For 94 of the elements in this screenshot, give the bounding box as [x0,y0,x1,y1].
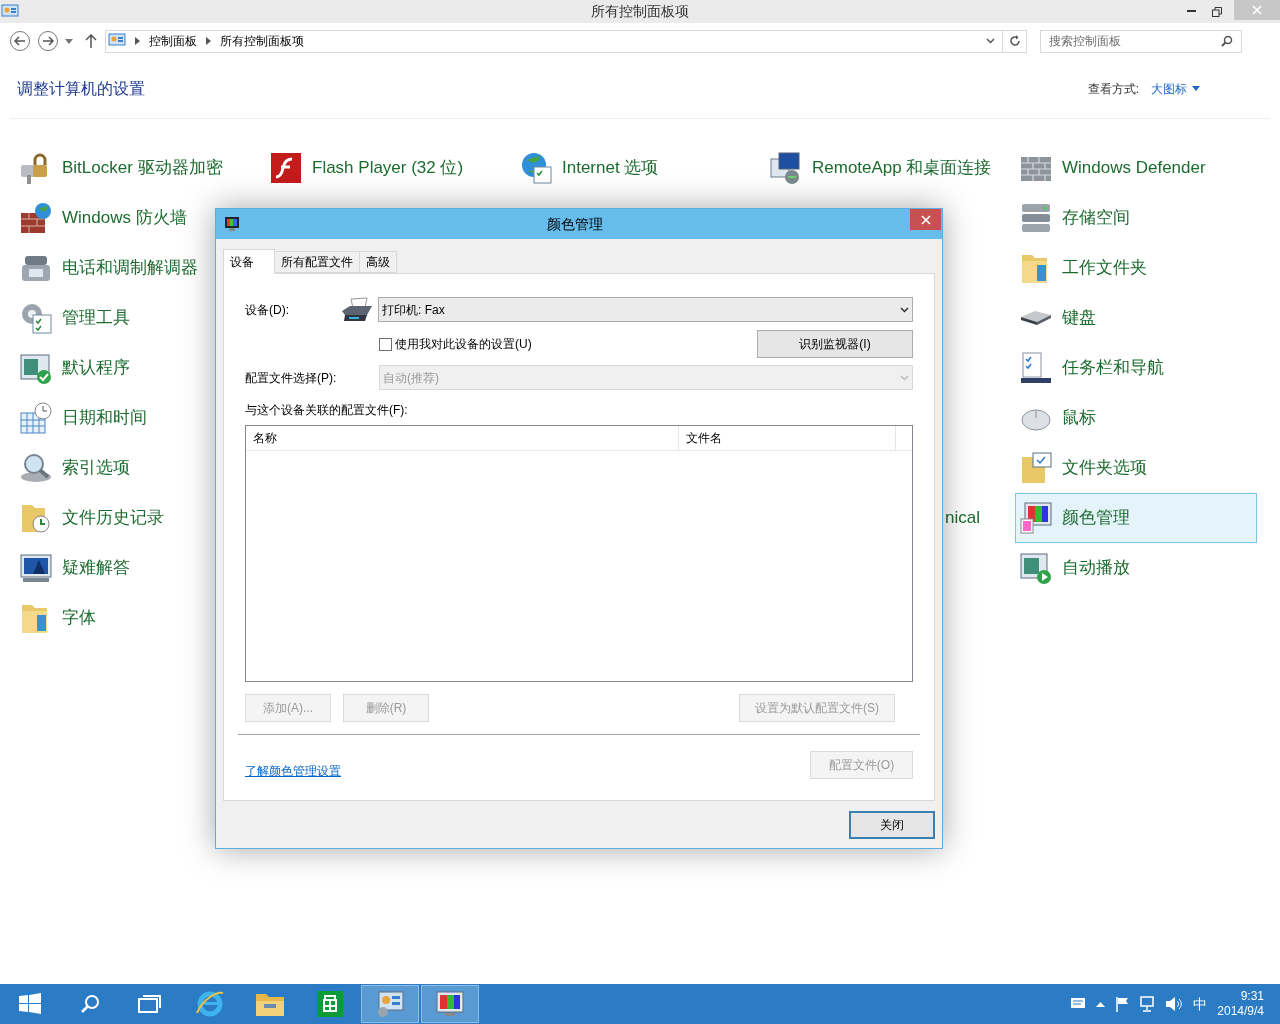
minimize-icon [1186,10,1196,13]
control-panel-item[interactable]: 颜色管理 [1015,493,1257,543]
control-panel-item[interactable]: 文件夹选项 [1015,443,1257,493]
control-panel-item[interactable]: Windows 防火墙 [15,193,257,243]
breadcrumb[interactable]: 控制面板 [149,32,197,50]
caret-icon [65,38,73,44]
column-header[interactable]: 文件名 [679,426,896,450]
disk-stack-icon [1019,201,1053,235]
breadcrumb-arrow-icon [206,37,211,45]
printer-icon [341,296,375,323]
monitor-icon [19,551,53,585]
refresh-icon [1008,35,1021,47]
restore-icon [1212,6,1222,17]
address-bar[interactable]: 控制面板 所有控制面板项 [105,29,1027,53]
search-field[interactable]: 搜索控制面板 [1040,29,1242,53]
window-title: 所有控制面板项 [590,2,690,21]
windows-logo-icon [18,992,42,1016]
flash-icon [269,151,303,185]
recent-pages-button[interactable] [65,38,73,44]
checkbox-label: 使用我对此设备的设置(U) [395,336,533,353]
chevron-down-icon [900,374,909,381]
play-window-icon [1019,551,1053,585]
magnifier-icon [19,451,53,485]
control-panel-item[interactable]: 字体 [15,593,257,643]
control-panel-item[interactable]: 键盘 [1015,293,1257,343]
caret-icon [1192,86,1200,91]
tab[interactable]: 所有配置文件 [274,251,360,273]
chevron-down-icon [986,38,995,44]
up-button[interactable] [85,34,97,48]
breadcrumb[interactable]: 所有控制面板项 [220,32,304,50]
page-heading: 调整计算机的设置 [17,78,145,99]
close-button[interactable] [910,209,941,230]
up-arrow-icon [85,34,97,48]
speaker-icon [1165,996,1184,1012]
control-panel-icon [1,3,19,20]
folder-check-icon [1019,451,1053,485]
search-icon [79,993,101,1015]
control-panel-item[interactable]: 工作文件夹 [1015,243,1257,293]
monitor-icon [224,216,240,232]
remote-monitor-icon [769,151,803,185]
window-check-icon [19,351,53,385]
list-label: 与这个设备关联的配置文件(F): [245,402,409,419]
dialog-button[interactable]: 识别监视器(I) [757,330,913,358]
item-label[interactable]: nical [945,505,980,531]
network-icon [1139,996,1156,1012]
device-dropdown[interactable]: 打印机: Fax [378,297,913,322]
help-link[interactable]: 了解颜色管理设置 [245,762,810,780]
close-icon [1252,5,1262,15]
clock[interactable]: 9:31 2014/9/4 [1217,989,1264,1019]
control-panel-item[interactable]: 存储空间 [1015,193,1257,243]
chevron-down-icon [900,306,909,313]
control-panel-item[interactable]: 自动播放 [1015,543,1257,593]
wall-globe-icon [19,201,53,235]
shopping-bag-icon [316,990,344,1018]
checkbox[interactable] [379,337,392,351]
folder-icon [255,991,285,1017]
windows-stack-icon [138,994,162,1014]
device-label: 设备(D): [245,301,290,319]
color-monitor-icon [435,990,465,1018]
control-panel-item[interactable]: 任务栏和导航 [1015,343,1257,393]
control-panel-icon [108,33,126,49]
control-panel-item[interactable]: Flash Player (32 位) [265,143,507,193]
tab[interactable]: 高级 [359,251,397,273]
calendar-clock-icon [19,401,53,435]
control-panel-item[interactable]: RemoteApp 和桌面连接 [765,143,1007,193]
back-button[interactable] [9,30,31,52]
browser-e-icon [195,989,225,1019]
column-header[interactable]: 名称 [246,426,679,450]
breadcrumb-arrow-icon [135,37,140,45]
forward-button[interactable] [37,30,59,52]
message-icon [1070,997,1087,1011]
dialog-button[interactable]: 关闭 [849,811,935,839]
taskbar-button[interactable] [361,985,419,1023]
color-monitor-icon [1019,501,1053,535]
control-panel-item[interactable]: 鼠标 [1015,393,1257,443]
control-panel-item[interactable]: BitLocker 驱动器加密 [15,143,257,193]
globe-icon [519,151,553,185]
profile-selection-label: 配置文件选择(P): [245,369,338,387]
tab[interactable]: 设备 [223,249,275,274]
close-icon [920,214,931,225]
input-method-indicator[interactable]: 中 [1193,993,1208,1015]
control-panel-item[interactable]: 文件历史记录 [15,493,257,543]
taskbar-button[interactable] [421,985,479,1023]
flag-icon [1115,996,1130,1012]
control-panel-icon [375,990,405,1018]
chevron-up-icon [1096,1001,1106,1007]
view-by-label: 查看方式: [1087,80,1139,98]
dialog-title: 颜色管理 [546,214,604,234]
search-icon [1221,35,1233,47]
view-by-dropdown[interactable]: 大图标 [1151,79,1200,98]
control-panel-item[interactable]: 疑难解答 [15,543,257,593]
control-panel-item[interactable]: Internet 选项 [515,143,757,193]
checklist-icon [1019,351,1053,385]
control-panel-item[interactable]: Windows Defender [1015,143,1257,193]
